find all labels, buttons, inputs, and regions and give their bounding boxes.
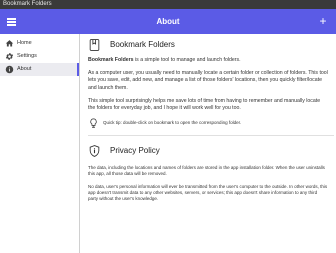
about-paragraph: This simple tool surprisingly helps me s… [88, 97, 321, 112]
sidebar-item-label: Settings [17, 53, 37, 59]
sidebar-item-label: About [17, 66, 32, 72]
privacy-paragraph: The data, including the locations and na… [88, 165, 325, 177]
menu-icon[interactable] [5, 15, 19, 28]
about-intro-text: is a simple tool to manage and launch fo… [133, 57, 241, 63]
quick-tip: Quick tip: double-click on bookmark to o… [88, 117, 336, 131]
privacy-heading: Privacy Policy [110, 146, 160, 156]
sidebar-item-home[interactable]: Home [0, 37, 79, 50]
quick-tip-text: Quick tip: double-click on bookmark to o… [103, 120, 242, 126]
sidebar: Home Settings About [0, 34, 80, 253]
app-bar: About + [0, 9, 336, 34]
sidebar-item-about[interactable]: About [0, 63, 79, 76]
book-icon [89, 39, 100, 51]
window-titlebar: Bookmark Folders [0, 0, 336, 9]
gear-icon [5, 53, 14, 60]
privacy-paragraph: No data, user's personal information wil… [88, 183, 328, 202]
add-bookmark-button[interactable]: + [316, 14, 330, 28]
about-intro: Bookmark Folders is a simple tool to man… [88, 57, 328, 64]
home-icon [5, 40, 14, 47]
shield-icon [89, 145, 100, 158]
privacy-section-header: Privacy Policy [88, 144, 336, 158]
about-paragraph: As a computer user, you usually need to … [88, 70, 328, 91]
sidebar-item-settings[interactable]: Settings [0, 50, 79, 63]
about-heading: Bookmark Folders [110, 40, 175, 49]
page-title: About [156, 17, 180, 26]
info-icon [5, 65, 14, 74]
window-title: Bookmark Folders [3, 1, 52, 7]
about-section-header: Bookmark Folders [88, 38, 336, 52]
lightbulb-icon [90, 118, 97, 129]
about-content: Bookmark Folders Bookmark Folders is a s… [80, 34, 336, 253]
sidebar-item-label: Home [17, 40, 32, 46]
app-name: Bookmark Folders [88, 57, 134, 63]
